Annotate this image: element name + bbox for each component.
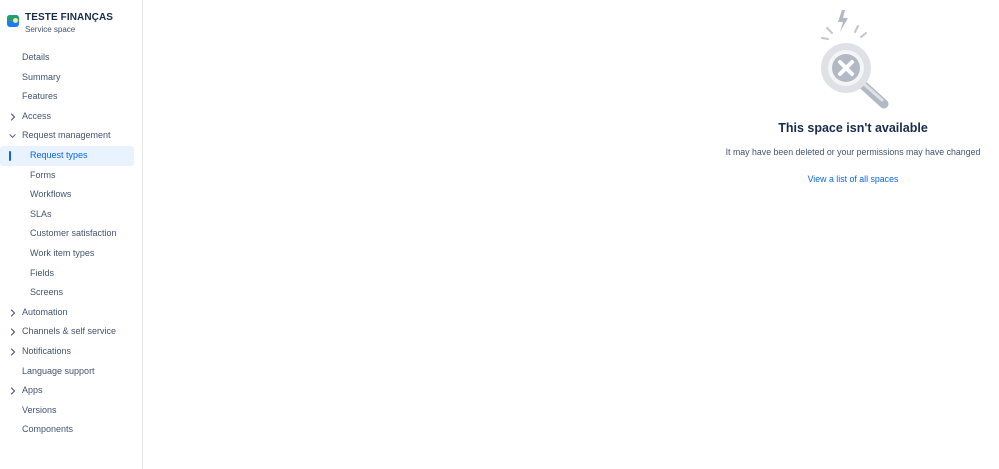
sidebar-item-request-management[interactable]: Request management (0, 126, 142, 146)
sidebar-item-label: Channels & self service (22, 326, 117, 337)
sidebar-item-details[interactable]: Details (0, 48, 142, 68)
sidebar-item-label: Notifications (22, 345, 72, 356)
sidebar-item-label: Work item types (30, 247, 95, 258)
sidebar-item-label: Summary (22, 71, 61, 82)
sidebar-item-label: Components (22, 424, 74, 435)
sidebar-item-forms[interactable]: Forms (0, 166, 142, 186)
sidebar-item-label: Request types (30, 149, 88, 160)
main-content: This space isn't available It may have b… (143, 0, 999, 469)
sidebar-item-label: Forms (30, 169, 56, 180)
sidebar-item-label: Fields (30, 267, 55, 278)
sidebar-item-language-support[interactable]: Language support (0, 362, 142, 382)
sidebar-item-features[interactable]: Features (0, 87, 142, 107)
sidebar-item-notifications[interactable]: Notifications (0, 342, 142, 362)
sidebar: TESTE FINANÇAS Service space Details Summ… (0, 0, 143, 469)
project-type: Service space (25, 25, 76, 34)
sidebar-item-label: Access (22, 110, 52, 121)
magnifier-error-icon (821, 10, 889, 109)
project-header[interactable]: TESTE FINANÇAS Service space (7, 11, 113, 35)
sidebar-item-fields[interactable]: Fields (0, 264, 142, 284)
sidebar-item-label: Request management (22, 130, 111, 141)
project-avatar-icon (7, 15, 19, 27)
sidebar-item-apps[interactable]: Apps (0, 381, 142, 401)
sidebar-item-label: SLAs (30, 208, 52, 219)
sidebar-item-customer-satisfaction[interactable]: Customer satisfaction (0, 224, 142, 244)
sidebar-item-workflows[interactable]: Workflows (0, 185, 142, 205)
sidebar-item-label: Features (22, 91, 58, 102)
sidebar-item-request-types[interactable]: Request types (0, 145, 134, 166)
sidebar-item-components[interactable]: Components (0, 420, 142, 440)
chevron-right-icon[interactable] (9, 381, 16, 401)
chevron-down-icon[interactable] (9, 126, 16, 146)
error-message: It may have been deleted or your permiss… (725, 147, 981, 157)
sidebar-item-automation[interactable]: Automation (0, 303, 142, 323)
project-name: TESTE FINANÇAS (25, 12, 114, 23)
sidebar-item-label: Workflows (30, 189, 72, 200)
sidebar-item-work-item-types[interactable]: Work item types (0, 244, 142, 264)
sidebar-item-label: Details (22, 52, 50, 62)
sidebar-item-label: Screens (30, 287, 64, 298)
settings-nav: Details Summary Features Access Request mana… (0, 48, 142, 440)
chevron-right-icon[interactable] (9, 303, 16, 323)
sidebar-item-summary[interactable]: Summary (0, 68, 142, 88)
sidebar-item-label: Customer satisfaction (30, 228, 117, 239)
sidebar-item-label: Automation (22, 306, 68, 317)
chevron-right-icon[interactable] (9, 107, 16, 127)
sidebar-item-channels-and-self-service[interactable]: Channels & self service (0, 322, 142, 342)
sidebar-item-label: Language support (22, 365, 95, 376)
sidebar-item-label: Apps (22, 385, 43, 396)
view-all-spaces-link[interactable]: View a list of all spaces (753, 174, 953, 184)
sidebar-scrolled-item (0, 0, 142, 4)
chevron-right-icon[interactable] (9, 342, 16, 362)
error-title: This space isn't available (778, 121, 928, 135)
chevron-right-icon[interactable] (9, 322, 16, 342)
sidebar-item-screens[interactable]: Screens (0, 283, 142, 303)
sidebar-item-access[interactable]: Access (0, 107, 142, 127)
sidebar-item-versions[interactable]: Versions (0, 401, 142, 421)
sidebar-item-label: Versions (22, 404, 57, 415)
sidebar-item-slas[interactable]: SLAs (0, 205, 142, 225)
